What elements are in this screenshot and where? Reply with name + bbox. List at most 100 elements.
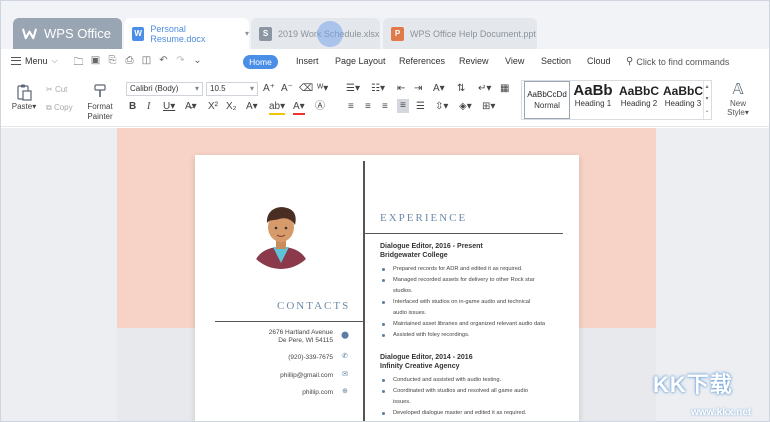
align-right-icon[interactable]: ≡ xyxy=(382,101,388,113)
clear-format-icon[interactable]: ⌫ xyxy=(299,83,313,95)
tab-work-schedule[interactable]: S 2019 Work Schedule.xlsx xyxy=(251,18,380,49)
strikethrough-icon[interactable]: A̶▾ xyxy=(185,101,197,113)
subscript-icon[interactable]: X₂ xyxy=(226,101,237,113)
highlight-icon[interactable]: ab▾ xyxy=(269,101,286,115)
phonetic-guide-icon[interactable]: ᵂ▾ xyxy=(317,83,328,95)
writer-file-icon: W xyxy=(132,26,145,41)
font-name-value: Calibri (Body) xyxy=(130,84,179,93)
decrease-indent-icon[interactable]: ⇤ xyxy=(397,83,405,95)
redo-icon[interactable]: ↷ xyxy=(175,55,186,72)
job-bullet: Managed recorded assets for delivery to … xyxy=(380,275,570,286)
styles-gallery: AaBbCcDd Normal AaBb Heading 1 AaBbC Hea… xyxy=(521,80,712,120)
job-entry: Dialogue Editor, 2016 - Present Bridgewa… xyxy=(380,242,570,341)
chinese-layout-icon[interactable]: A▾ xyxy=(433,83,445,95)
save-icon[interactable]: ▣ xyxy=(90,55,101,72)
show-hide-icon[interactable]: ↵▾ xyxy=(478,83,491,95)
ribbon-tab-section[interactable]: Section xyxy=(541,56,571,66)
job-bullet-continuation: audio issues. xyxy=(393,310,427,316)
font-color-icon[interactable]: A▾ xyxy=(293,101,305,115)
wps-window: WPS Office W Personal Resume.docx ▾ S 20… xyxy=(0,0,770,422)
undo-icon[interactable]: ↶ xyxy=(158,55,169,72)
watermark-url: www.kkx.net xyxy=(691,407,752,418)
ribbon-tab-view[interactable]: View xyxy=(505,56,524,66)
styles-scroll[interactable]: ▴ ▾ ⌄ xyxy=(703,81,710,119)
align-left-icon[interactable]: ≡ xyxy=(348,101,354,113)
chevron-down-icon: ▾ xyxy=(194,84,199,93)
font-size-select[interactable]: 10.5 ▾ xyxy=(206,82,258,96)
new-style-button[interactable]: 𝔸 New Style▾ xyxy=(718,81,758,117)
find-commands-search[interactable]: ⚲ Click to find commands xyxy=(626,56,729,67)
increase-font-icon[interactable]: A⁺ xyxy=(263,83,275,95)
tab-wps-home[interactable]: WPS Office xyxy=(13,18,122,49)
justify-icon[interactable]: ≡ xyxy=(397,99,409,113)
shading-icon[interactable]: ◈▾ xyxy=(459,101,472,113)
sort-icon[interactable]: ⇅ xyxy=(457,83,465,95)
table-icon[interactable]: ▦ xyxy=(500,83,509,95)
open-folder-icon[interactable]: 🗀 xyxy=(73,55,84,72)
copy-icon: ⧉ xyxy=(46,103,52,112)
style-normal[interactable]: AaBbCcDd Normal xyxy=(524,81,570,119)
style-normal-name: Normal xyxy=(534,101,560,110)
hamburger-icon xyxy=(11,57,21,65)
ribbon-tab-home[interactable]: Home xyxy=(243,55,278,69)
presentation-file-icon: P xyxy=(391,26,404,41)
decrease-font-icon[interactable]: A⁻ xyxy=(281,83,293,95)
job-bullet: Developed dialogue master and edited it … xyxy=(380,408,570,419)
borders-icon[interactable]: ⊞▾ xyxy=(482,101,495,113)
style-heading-1-name: Heading 1 xyxy=(574,99,612,108)
brush-icon xyxy=(94,84,106,97)
bullets-icon[interactable]: ☰▾ xyxy=(346,83,360,95)
line-spacing-icon[interactable]: ⇳▾ xyxy=(435,101,448,113)
tab-personal-resume[interactable]: W Personal Resume.docx ▾ xyxy=(124,18,249,49)
font-name-select[interactable]: Calibri (Body) ▾ xyxy=(126,82,203,96)
print-preview-icon[interactable]: ◫ xyxy=(141,55,152,72)
character-shading-icon[interactable]: Ⓐ xyxy=(315,101,325,113)
numbering-icon[interactable]: ☷▾ xyxy=(371,83,385,95)
ribbon-tab-cloud[interactable]: Cloud xyxy=(587,56,611,66)
style-heading-2-name: Heading 2 xyxy=(620,99,658,108)
style-heading-3[interactable]: AaBbC Heading 3 xyxy=(662,81,704,119)
style-heading-1[interactable]: AaBb Heading 1 xyxy=(570,81,616,119)
superscript-icon[interactable]: X² xyxy=(208,101,218,113)
italic-icon[interactable]: I xyxy=(147,101,150,113)
underline-icon[interactable]: U▾ xyxy=(163,101,175,113)
experience-rule xyxy=(365,233,563,234)
column-divider xyxy=(363,161,365,421)
increase-indent-icon[interactable]: ⇥ xyxy=(414,83,422,95)
experience-heading: EXPERIENCE xyxy=(380,212,468,224)
job-bullet: Prepared records for ADR and edited it a… xyxy=(380,264,570,275)
text-effect-icon[interactable]: A▾ xyxy=(246,101,258,113)
bold-icon[interactable]: B xyxy=(129,101,136,113)
paste-button[interactable]: Paste▾ xyxy=(11,83,37,111)
job-company: Infinity Creative Agency xyxy=(380,363,460,370)
resume-page[interactable]: CONTACTS 2676 Hartland Avenue De Pere, W… xyxy=(195,155,579,421)
print-icon[interactable]: ⎙ xyxy=(124,55,135,72)
format-painter-label-2: Painter xyxy=(87,112,113,121)
customize-icon[interactable]: ⌄ xyxy=(192,55,203,72)
contacts-heading: CONTACTS xyxy=(277,300,351,312)
ribbon-tab-review[interactable]: Review xyxy=(459,56,489,66)
cut-button[interactable]: ✂ Cut xyxy=(46,85,67,94)
globe-icon: ⊕ xyxy=(342,388,348,395)
menu-bar: Menu ⌵ 🗀 ▣ ⎘ ⎙ ◫ ↶ ↷ ⌄ Home Insert Page … xyxy=(1,49,769,75)
quick-access-toolbar: 🗀 ▣ ⎘ ⎙ ◫ ↶ ↷ ⌄ xyxy=(73,55,203,72)
menu-button[interactable]: Menu ⌵ xyxy=(11,56,58,66)
copy-button[interactable]: ⧉ Copy xyxy=(46,103,73,113)
format-painter-button[interactable]: Format Painter xyxy=(85,83,115,122)
phone-icon: ✆ xyxy=(342,353,348,360)
tab-help-document[interactable]: P WPS Office Help Document.ppt xyxy=(383,18,537,49)
find-commands-placeholder: Click to find commands xyxy=(636,56,730,67)
export-pdf-icon[interactable]: ⎘ xyxy=(107,55,118,72)
format-painter-label-1: Format xyxy=(87,102,113,111)
contacts-rule xyxy=(215,321,363,322)
align-center-icon[interactable]: ≡ xyxy=(365,101,371,113)
style-heading-2[interactable]: AaBbC Heading 2 xyxy=(616,81,662,119)
ribbon-tab-insert[interactable]: Insert xyxy=(296,56,319,66)
chevron-down-icon[interactable]: ▾ xyxy=(245,29,249,38)
distributed-icon[interactable]: ☰ xyxy=(416,101,425,113)
ribbon-tab-references[interactable]: References xyxy=(399,56,445,66)
job-bullet: Assisted with foley recordings. xyxy=(380,330,570,341)
contact-address-line-2: De Pere, WI 54115 xyxy=(278,337,333,344)
ribbon-tab-page-layout[interactable]: Page Layout xyxy=(335,56,386,66)
job-title: Dialogue Editor, 2016 - Present xyxy=(380,243,483,250)
